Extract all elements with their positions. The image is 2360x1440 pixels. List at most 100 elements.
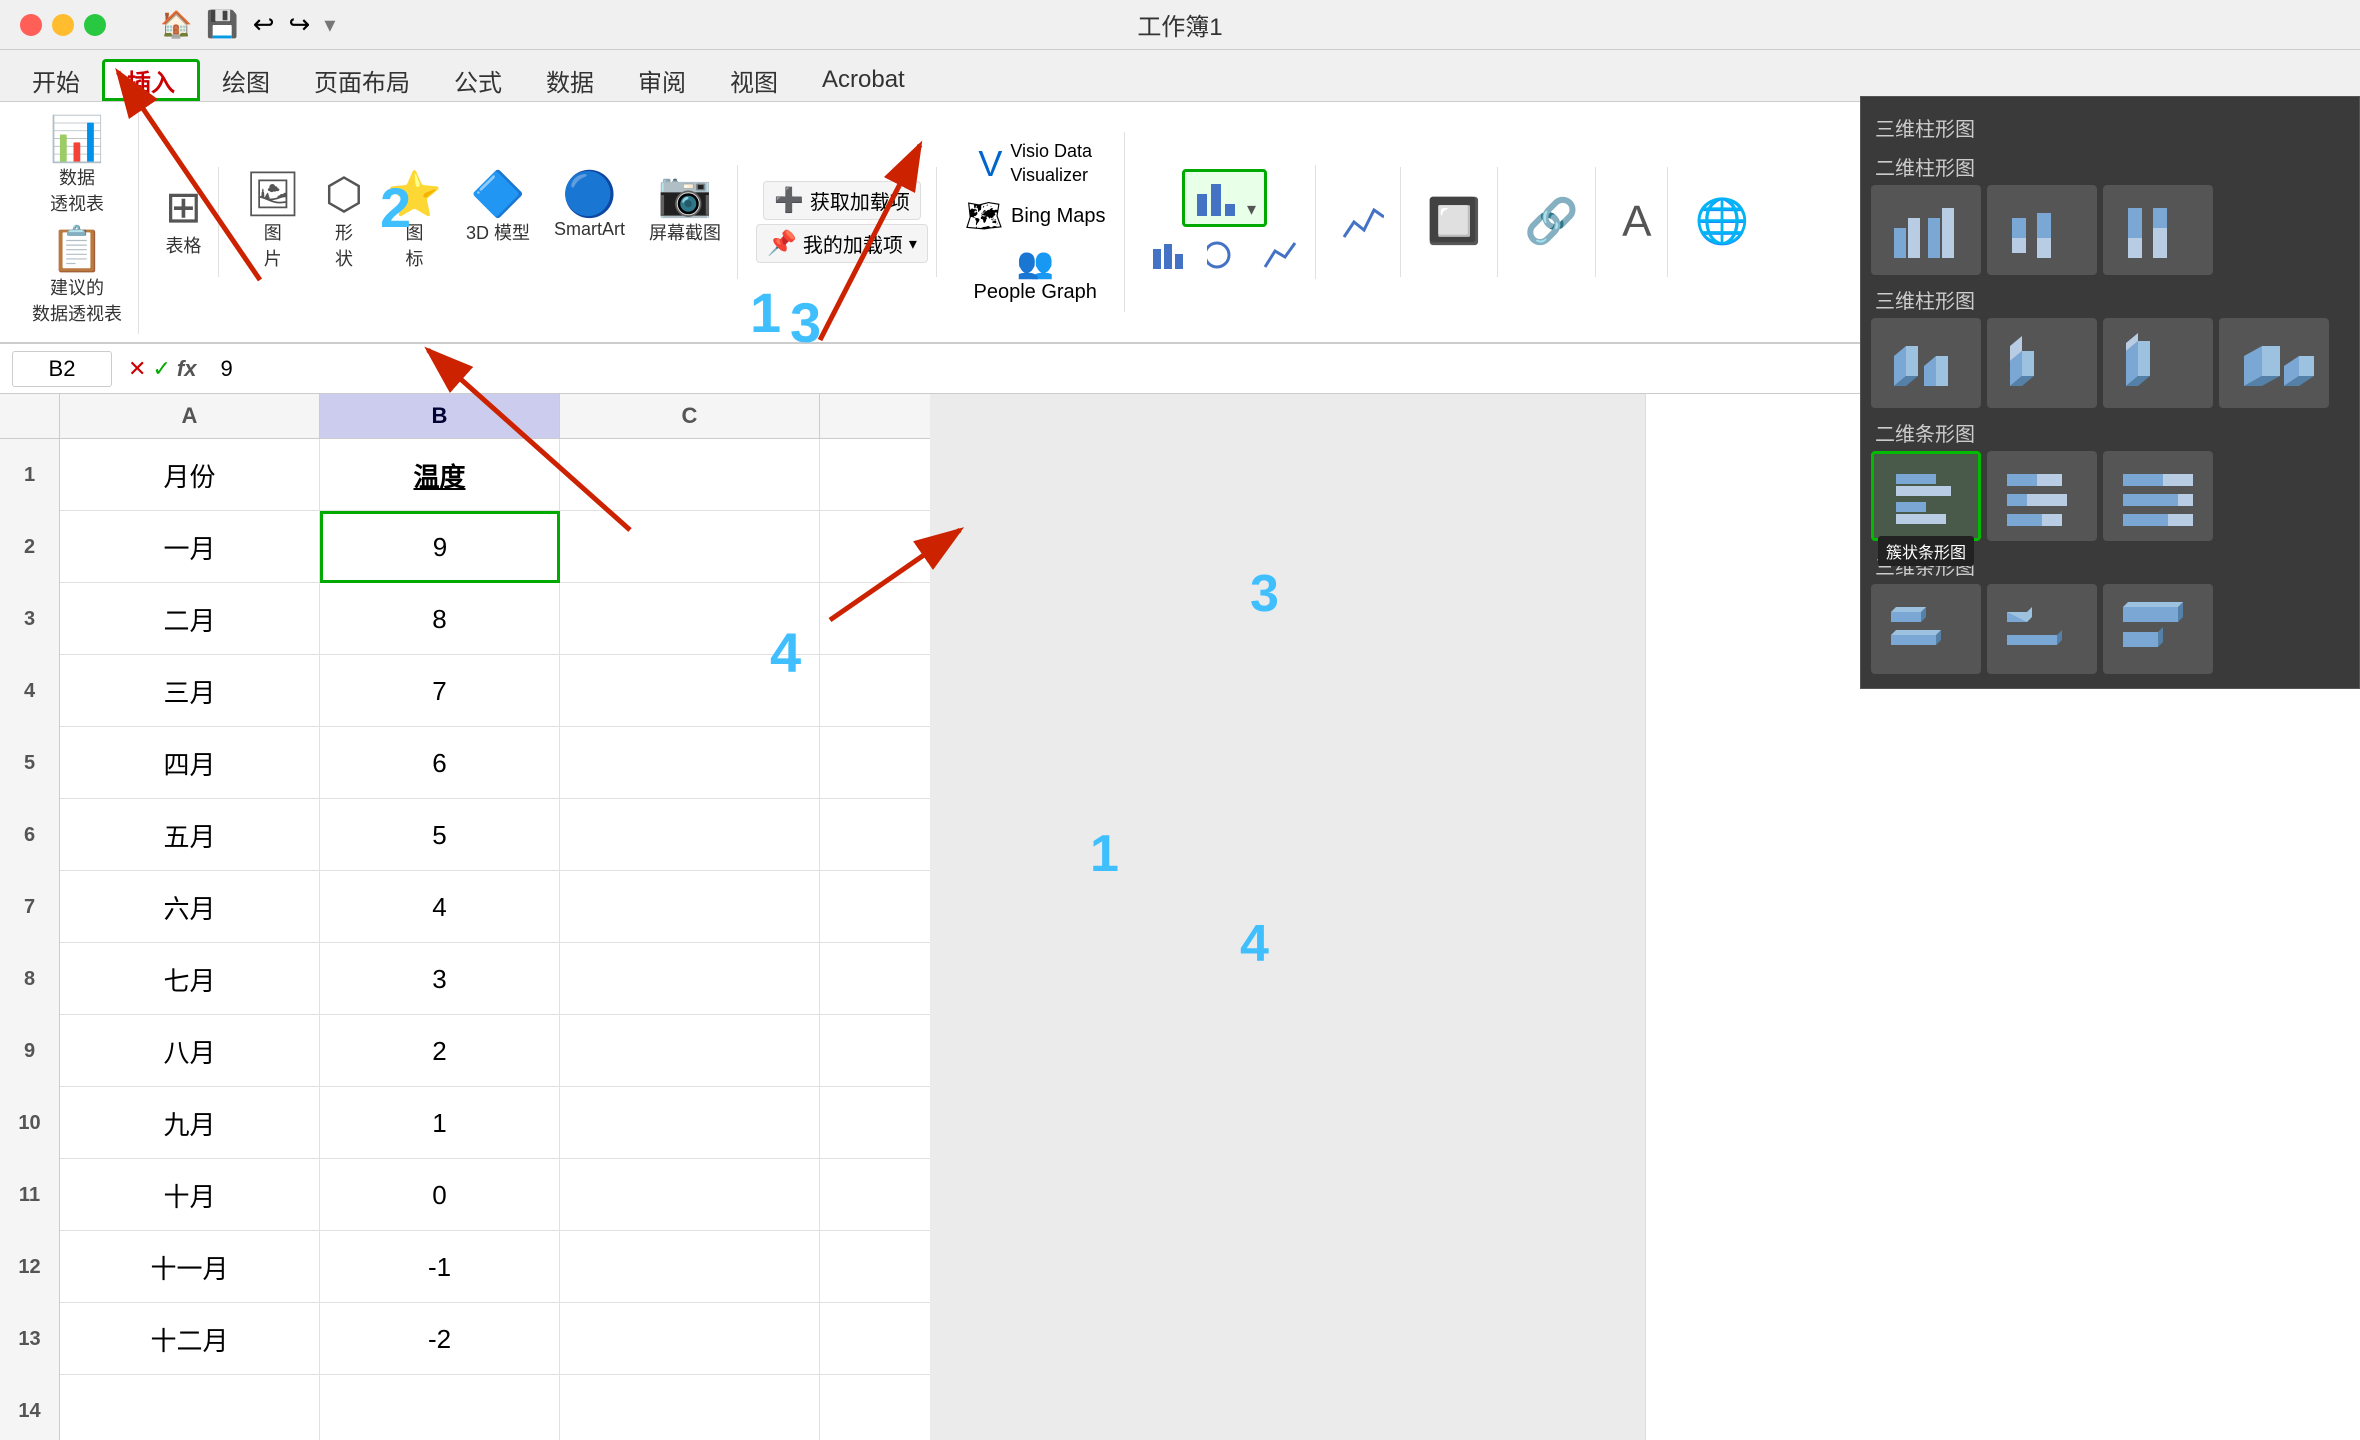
cell-a7[interactable]: 六月 [60,871,320,943]
chart-2d-stacked[interactable] [1987,185,2097,275]
cell-d9[interactable] [820,1015,930,1087]
sparkline-button[interactable] [1334,198,1392,246]
cell-b5[interactable]: 6 [320,727,560,799]
text-button[interactable]: A [1614,196,1659,248]
cell-a12[interactable]: 十一月 [60,1231,320,1303]
cell-a4[interactable]: 三月 [60,655,320,727]
chart-3d-100pct[interactable] [2103,318,2213,408]
cell-c10[interactable] [560,1087,820,1159]
cell-a11[interactable]: 十月 [60,1159,320,1231]
chart-2d-bar-100pct[interactable] [2103,451,2213,541]
minimize-button[interactable] [52,14,74,36]
tab-formula[interactable]: 公式 [432,59,524,101]
tab-view[interactable]: 视图 [708,59,800,101]
link-button[interactable]: 🔗 [1516,196,1587,248]
cell-a13[interactable]: 十二月 [60,1303,320,1375]
cell-c1[interactable] [560,439,820,511]
cell-d13[interactable] [820,1303,930,1375]
cell-b12[interactable]: -1 [320,1231,560,1303]
close-button[interactable] [20,14,42,36]
cell-a14[interactable] [60,1375,320,1440]
cell-d6[interactable] [820,799,930,871]
cell-c13[interactable] [560,1303,820,1375]
cell-d5[interactable] [820,727,930,799]
chart-3d-single[interactable] [2219,318,2329,408]
col-header-a[interactable]: A [60,394,320,438]
chart-3d-bar-1[interactable] [1871,584,1981,674]
tab-start[interactable]: 开始 [10,59,102,101]
cell-c4[interactable] [560,655,820,727]
chart-type-3-button[interactable] [1199,235,1251,275]
cell-a1[interactable]: 月份 [60,439,320,511]
cell-c7[interactable] [560,871,820,943]
cell-c9[interactable] [560,1015,820,1087]
col-header-d[interactable]: D [820,394,930,438]
charts-button[interactable]: ▾ [1182,169,1267,227]
cell-b10[interactable]: 1 [320,1087,560,1159]
my-addin-button[interactable]: 📌 我的加载项 ▾ [756,224,928,263]
cell-a9[interactable]: 八月 [60,1015,320,1087]
chart-3d-stacked[interactable] [1987,318,2097,408]
chart-2d-bar-clustered[interactable]: 簇状条形图 [1871,451,1981,541]
home-icon[interactable]: 🏠 [160,9,192,40]
undo-icon[interactable]: ↩ [253,9,275,40]
tab-draw[interactable]: 绘图 [200,59,292,101]
cell-c3[interactable] [560,583,820,655]
tab-insert[interactable]: 插入 [102,59,200,101]
cell-c8[interactable] [560,943,820,1015]
cell-a8[interactable]: 七月 [60,943,320,1015]
cell-d2[interactable] [820,511,930,583]
cell-b4[interactable]: 7 [320,655,560,727]
cell-c2[interactable] [560,511,820,583]
cell-b11[interactable]: 0 [320,1159,560,1231]
cell-b14[interactable] [320,1375,560,1440]
cell-b6[interactable]: 5 [320,799,560,871]
maximize-button[interactable] [84,14,106,36]
tab-pagelayout[interactable]: 页面布局 [292,59,432,101]
col-header-c[interactable]: C [560,394,820,438]
recommended-pivot-button[interactable]: 📋 建议的数据透视表 [24,224,130,330]
screenshot-button[interactable]: 📷 屏幕截图 [641,169,729,275]
cell-d12[interactable] [820,1231,930,1303]
icons-button[interactable]: ⭐ 图标 [379,169,450,275]
cell-b8[interactable]: 3 [320,943,560,1015]
cell-d8[interactable] [820,943,930,1015]
chart-2d-bar-stacked[interactable] [1987,451,2097,541]
tab-acrobat[interactable]: Acrobat [800,59,927,101]
cell-a5[interactable]: 四月 [60,727,320,799]
cell-c5[interactable] [560,727,820,799]
shapes-button[interactable]: ⬡ 形状 [317,169,371,275]
chart-type-4-button[interactable] [1255,235,1307,275]
get-addin-button[interactable]: ➕ 获取加载项 [763,181,921,220]
cell-b2[interactable]: 9 [320,511,560,583]
cell-d4[interactable] [820,655,930,727]
cell-b7[interactable]: 4 [320,871,560,943]
table-button[interactable]: ⊞ 表格 [157,182,210,262]
cell-b13[interactable]: -2 [320,1303,560,1375]
formula-cancel-icon[interactable]: ✕ [128,356,146,382]
tab-data[interactable]: 数据 [524,59,616,101]
cell-b9[interactable]: 2 [320,1015,560,1087]
formula-confirm-icon[interactable]: ✓ [152,356,170,382]
people-graph-button[interactable]: 👥 People Graph [965,242,1104,308]
cell-a2[interactable]: 一月 [60,511,320,583]
smartart-button[interactable]: 🔵 SmartArt [546,169,633,275]
cell-reference[interactable]: B2 [12,351,112,387]
cell-d7[interactable] [820,871,930,943]
redo-icon[interactable]: ↪ [289,9,311,40]
cell-c14[interactable] [560,1375,820,1440]
globe-icon-btn[interactable]: 🌐 [1686,196,1757,248]
chart-2d-clustered[interactable] [1871,185,1981,275]
cell-d3[interactable] [820,583,930,655]
col-header-b[interactable]: B [320,394,560,438]
pivot-table-button[interactable]: 📊 数据透视表 [42,114,113,220]
chart-type-2-button[interactable] [1143,235,1195,275]
cell-c6[interactable] [560,799,820,871]
bing-maps-button[interactable]: 🗺 Bing Maps [955,195,1116,238]
cell-a3[interactable]: 二月 [60,583,320,655]
cell-b3[interactable]: 8 [320,583,560,655]
model3d-button[interactable]: 🔷 3D 模型 [458,169,538,275]
cell-c11[interactable] [560,1159,820,1231]
save-icon[interactable]: 💾 [206,9,238,40]
chart-2d-100pct[interactable] [2103,185,2213,275]
